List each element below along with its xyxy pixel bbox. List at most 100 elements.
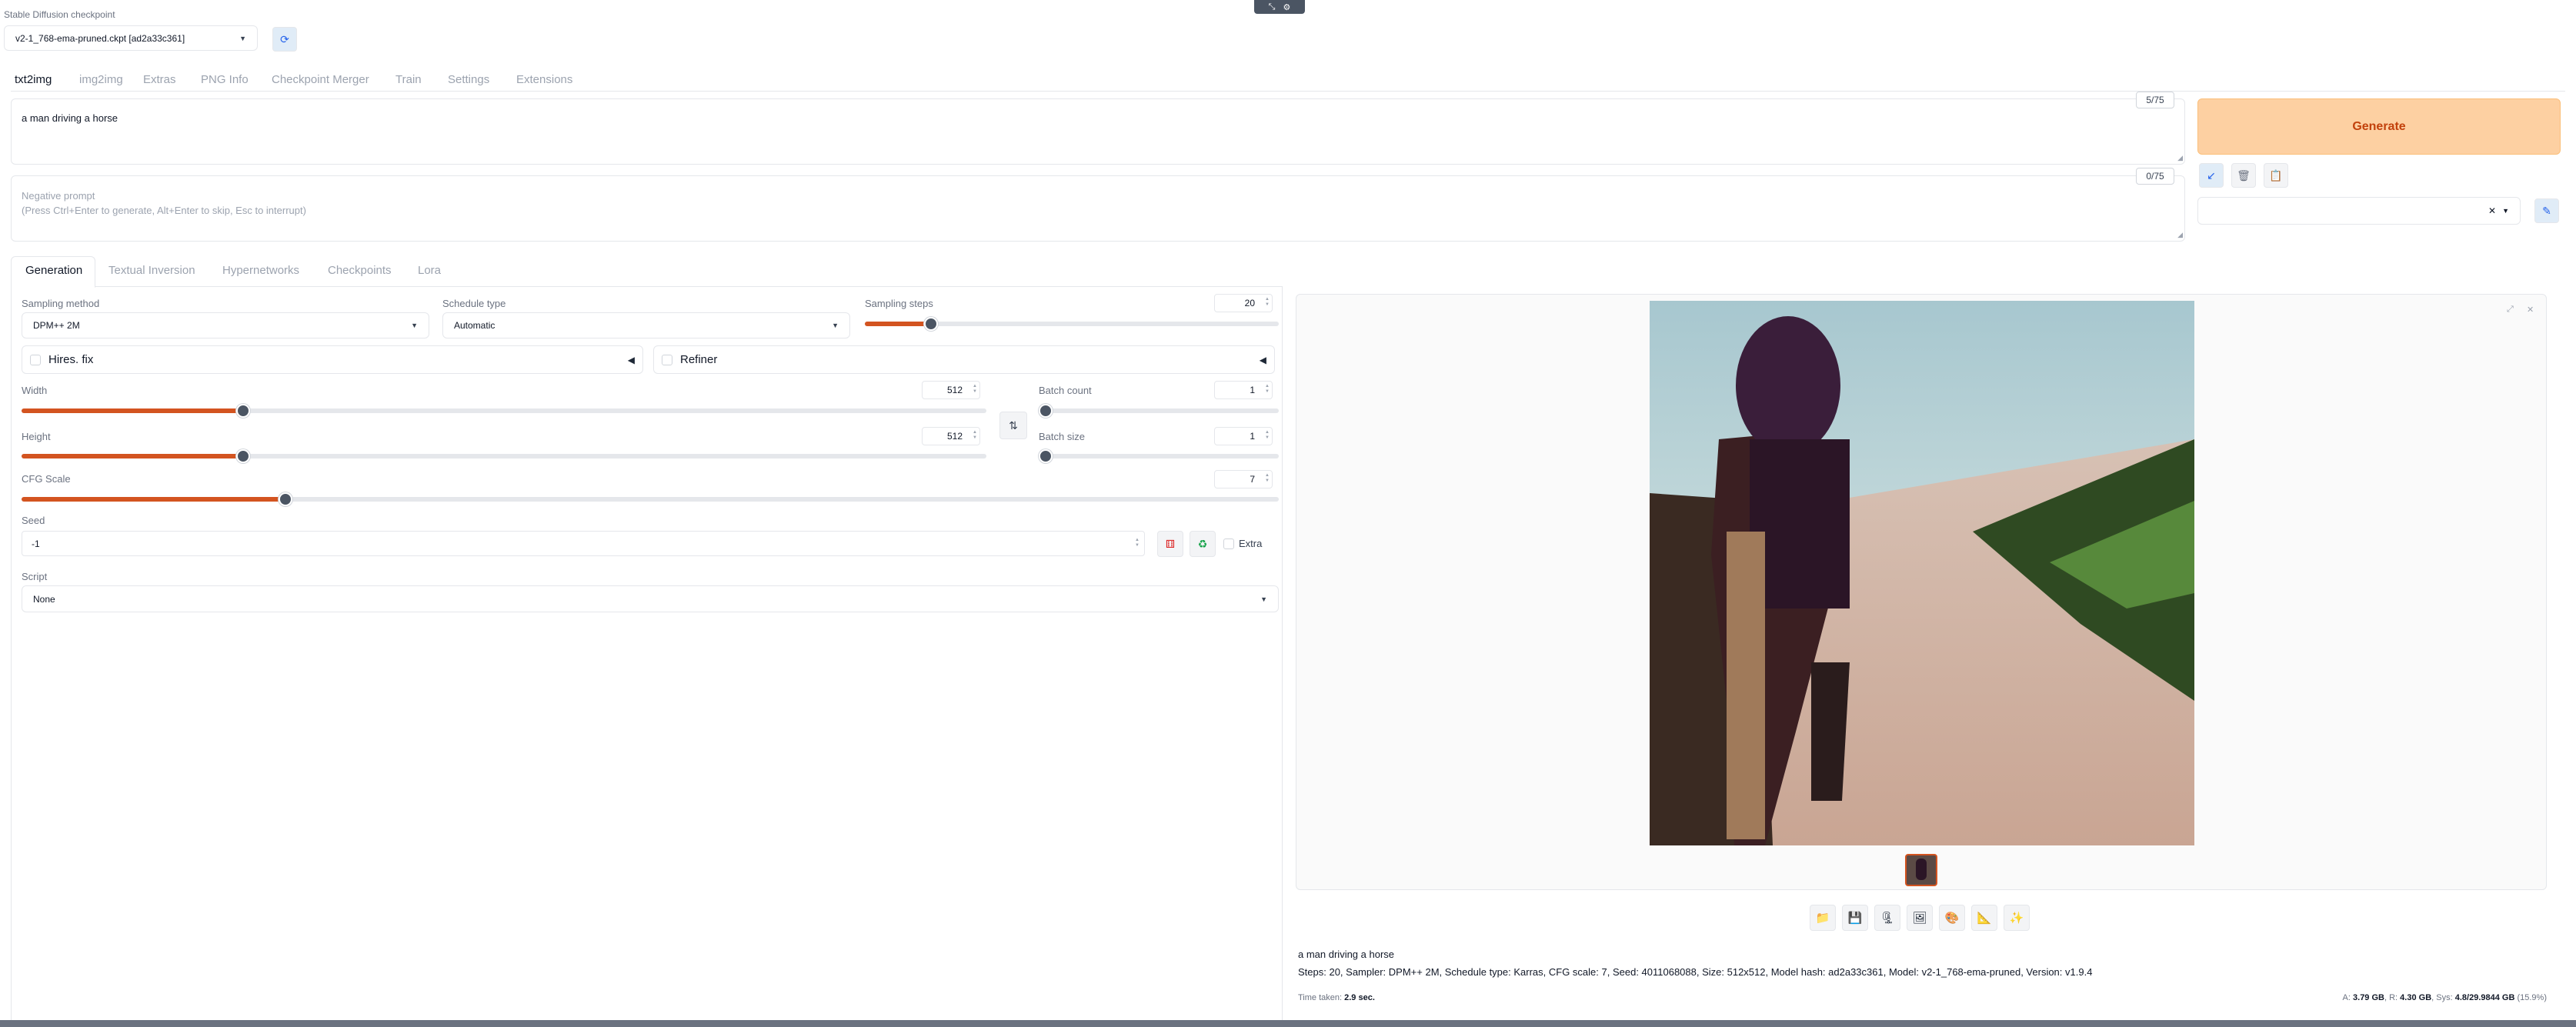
- send-to-extras-button[interactable]: 📐: [1971, 905, 1997, 931]
- extra-seed-toggle[interactable]: Extra: [1223, 538, 1262, 549]
- negative-prompt-placeholder: Negative prompt: [22, 190, 95, 202]
- tab-img2img[interactable]: img2img: [79, 73, 143, 86]
- time-taken: Time taken: 2.9 sec.: [1298, 993, 1375, 1002]
- zip-button[interactable]: 🗜: [1874, 905, 1900, 931]
- horizontal-scrollbar[interactable]: [0, 1020, 2576, 1027]
- generate-button[interactable]: Generate: [2197, 98, 2561, 155]
- checkpoint-dropdown[interactable]: v2-1_768-ema-pruned.ckpt [ad2a33c361] ▼: [4, 25, 258, 51]
- schedule-type-dropdown[interactable]: Automatic ▼: [442, 312, 850, 338]
- tab-checkpoint-merger[interactable]: Checkpoint Merger: [272, 73, 395, 86]
- hires-fix-checkbox[interactable]: [30, 354, 41, 365]
- batch-size-slider[interactable]: [1039, 449, 1279, 463]
- open-folder-button[interactable]: 📁: [1810, 905, 1836, 931]
- spinner-icon[interactable]: ▲ ▼: [1265, 473, 1270, 484]
- slider-thumb[interactable]: [279, 492, 293, 506]
- cfg-scale-input[interactable]: 7 ▲ ▼: [1214, 470, 1273, 488]
- tab-png-info[interactable]: PNG Info: [201, 73, 272, 86]
- reuse-seed-button[interactable]: ♻: [1190, 531, 1216, 557]
- clear-prompt-button[interactable]: 🗑: [2231, 163, 2256, 188]
- batch-count-input[interactable]: 1 ▲ ▼: [1214, 381, 1273, 399]
- recycle-icon: ♻: [1197, 537, 1208, 550]
- prompt-token-counter: 5/75: [2136, 92, 2174, 108]
- expand-icon[interactable]: ⤡: [1269, 2, 1276, 12]
- sampling-steps-label: Sampling steps: [865, 298, 933, 309]
- mem-sys-value: 4.8/29.9844 GB: [2454, 993, 2515, 1002]
- spinner-icon[interactable]: ▲ ▼: [973, 430, 977, 441]
- batch-size-input[interactable]: 1 ▲ ▼: [1214, 427, 1273, 445]
- generated-image[interactable]: [1650, 301, 2194, 845]
- fullscreen-icon[interactable]: ⤢: [2507, 305, 2514, 315]
- output-toolbar: 📁 💾 🗜 🖼 🎨 📐 ✨: [1810, 905, 2030, 931]
- tab-lora[interactable]: Lora: [418, 264, 464, 277]
- swap-dimensions-button[interactable]: ⇅: [999, 412, 1027, 439]
- chevron-down-icon: ▼: [411, 322, 418, 329]
- slider-thumb[interactable]: [924, 317, 939, 331]
- sampling-method-dropdown[interactable]: DPM++ 2M ▼: [22, 312, 429, 338]
- random-seed-button[interactable]: ⚅: [1157, 531, 1183, 557]
- spinner-icon[interactable]: ▲ ▼: [1265, 297, 1270, 308]
- cfg-scale-slider[interactable]: [22, 492, 1279, 506]
- resize-handle-icon[interactable]: ◢: [2177, 231, 2183, 239]
- spinner-icon[interactable]: ▲ ▼: [1135, 538, 1140, 549]
- negative-prompt-input[interactable]: Negative prompt (Press Ctrl+Enter to gen…: [11, 175, 2185, 242]
- palette-icon: 🎨: [1944, 912, 1960, 925]
- tab-generation[interactable]: Generation: [25, 264, 108, 277]
- slider-thumb[interactable]: [1039, 449, 1053, 463]
- tab-train[interactable]: Train: [395, 73, 448, 86]
- tab-extras[interactable]: Extras: [143, 73, 201, 86]
- height-input[interactable]: 512 ▲ ▼: [922, 427, 980, 445]
- refiner-accordion[interactable]: Refiner ◀: [653, 345, 1275, 374]
- tab-textual-inversion[interactable]: Textual Inversion: [108, 264, 222, 277]
- thumbnail-figure: [1916, 859, 1927, 880]
- negative-prompt-token-counter: 0/75: [2136, 168, 2174, 185]
- slider-thumb[interactable]: [1039, 404, 1053, 418]
- send-to-img2img-button[interactable]: 🖼: [1907, 905, 1933, 931]
- collapse-arrow-icon[interactable]: ◀: [1260, 355, 1266, 365]
- width-input[interactable]: 512 ▲ ▼: [922, 381, 980, 399]
- refiner-label: Refiner: [680, 353, 718, 366]
- spinner-icon[interactable]: ▲ ▼: [1265, 384, 1270, 395]
- seed-input[interactable]: -1 ▲ ▼: [22, 531, 1145, 556]
- clear-icon[interactable]: ✕: [2488, 205, 2496, 216]
- tab-extensions[interactable]: Extensions: [516, 73, 586, 86]
- tab-hypernetworks[interactable]: Hypernetworks: [222, 264, 328, 277]
- output-prompt: a man driving a horse: [1298, 949, 1395, 960]
- spinner-icon[interactable]: ▲ ▼: [1265, 430, 1270, 441]
- hires-fix-accordion[interactable]: Hires. fix ◀: [22, 345, 643, 374]
- height-value: 512: [946, 431, 963, 442]
- styles-button[interactable]: 📋: [2264, 163, 2288, 188]
- extra-checkbox[interactable]: [1223, 538, 1234, 549]
- mem-r-label: R:: [2389, 993, 2398, 1002]
- seed-label: Seed: [22, 515, 45, 526]
- refiner-checkbox[interactable]: [662, 354, 672, 365]
- extra-label: Extra: [1239, 538, 1263, 549]
- save-icon: 💾: [1847, 912, 1863, 925]
- top-toggle[interactable]: ⤡ ⚙: [1254, 0, 1305, 14]
- resize-handle-icon[interactable]: ◢: [2177, 154, 2183, 162]
- edit-styles-button[interactable]: ✎: [2534, 198, 2559, 223]
- collapse-arrow-icon[interactable]: ◀: [628, 355, 635, 365]
- tab-checkpoints[interactable]: Checkpoints: [328, 264, 418, 277]
- height-slider[interactable]: [22, 449, 986, 463]
- send-to-inpaint-button[interactable]: 🎨: [1939, 905, 1965, 931]
- settings-icon[interactable]: ⚙: [1283, 2, 1290, 12]
- tab-txt2img[interactable]: txt2img: [15, 73, 79, 86]
- batch-count-label: Batch count: [1039, 385, 1092, 396]
- save-button[interactable]: 💾: [1842, 905, 1868, 931]
- zip-icon: 🗜: [1880, 912, 1895, 925]
- styles-dropdown[interactable]: ✕ ▼: [2197, 197, 2521, 225]
- spinner-icon[interactable]: ▲ ▼: [973, 384, 977, 395]
- read-params-button[interactable]: ↙: [2199, 163, 2224, 188]
- sampling-steps-slider[interactable]: [865, 317, 1279, 331]
- upscale-button[interactable]: ✨: [2004, 905, 2030, 931]
- width-slider[interactable]: [22, 404, 986, 418]
- refresh-checkpoint-button[interactable]: ⟳: [272, 27, 297, 52]
- sampling-steps-input[interactable]: 20 ▲ ▼: [1214, 294, 1273, 312]
- tab-settings[interactable]: Settings: [448, 73, 516, 86]
- prompt-input[interactable]: a man driving a horse ◢: [11, 98, 2185, 165]
- script-dropdown[interactable]: None ▼: [22, 585, 1279, 612]
- swap-icon: ⇅: [1009, 418, 1018, 432]
- close-icon[interactable]: ✕: [2527, 305, 2534, 315]
- batch-count-slider[interactable]: [1039, 404, 1279, 418]
- thumbnail[interactable]: [1905, 854, 1937, 886]
